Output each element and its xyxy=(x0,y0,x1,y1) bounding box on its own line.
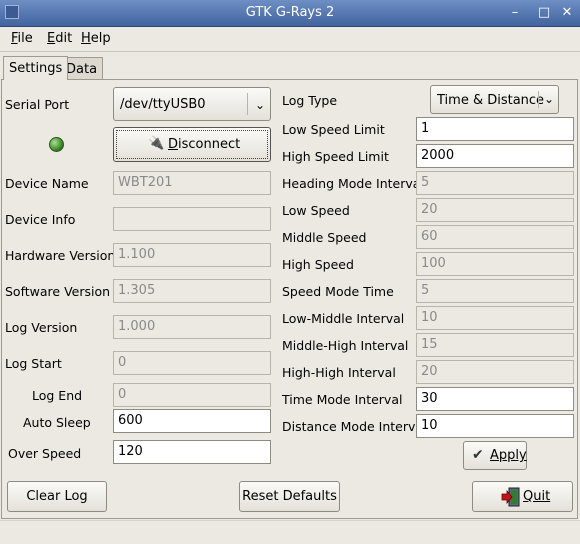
hardware-version-field: 1.100 xyxy=(113,243,271,267)
log-type-value: Time & Distance xyxy=(437,93,545,108)
log-type-label: Log Type xyxy=(282,93,338,108)
menu-file[interactable]: File xyxy=(11,31,33,46)
software-version-field: 1.305 xyxy=(113,279,271,303)
low-speed-field: 20 xyxy=(416,198,574,222)
low-speed-label: Low Speed xyxy=(282,203,350,218)
apply-button[interactable]: ✔ Apply xyxy=(463,441,527,470)
checkmark-icon: ✔ xyxy=(472,447,484,463)
device-name-label: Device Name xyxy=(5,176,89,191)
high-high-interval-label: High-High Interval xyxy=(282,365,396,380)
log-end-field: 0 xyxy=(113,383,271,407)
device-info-field xyxy=(113,207,271,231)
time-mode-interval-input[interactable]: 30 xyxy=(416,387,574,411)
high-speed-field: 100 xyxy=(416,252,574,276)
disconnect-label: Disconnect xyxy=(168,137,241,152)
distance-mode-interval-input[interactable]: 10 xyxy=(416,414,574,438)
device-info-label: Device Info xyxy=(5,212,76,227)
reset-defaults-button[interactable]: Reset Defaults xyxy=(239,481,340,512)
speed-mode-time-field: 5 xyxy=(416,279,574,303)
low-middle-interval-field: 10 xyxy=(416,306,574,330)
high-high-interval-field: 20 xyxy=(416,360,574,384)
status-led-icon xyxy=(49,137,64,152)
serial-port-label: Serial Port xyxy=(5,97,70,112)
high-speed-limit-input[interactable]: 2000 xyxy=(416,144,574,168)
apply-label: Apply xyxy=(490,448,527,463)
heading-mode-interval-field: 5 xyxy=(416,171,574,195)
log-type-combo[interactable]: Time & Distance ⌄ xyxy=(430,85,559,114)
menu-bar: File Edit Help xyxy=(0,27,580,52)
auto-sleep-label: Auto Sleep xyxy=(23,415,91,430)
software-version-label: Software Version xyxy=(5,284,111,299)
time-mode-interval-label: Time Mode Interval xyxy=(282,392,403,407)
low-speed-limit-label: Low Speed Limit xyxy=(282,122,385,137)
log-end-label: Log End xyxy=(32,388,83,403)
low-speed-limit-input[interactable]: 1 xyxy=(416,117,574,141)
close-button[interactable]: ✕ xyxy=(558,4,576,22)
log-version-label: Log Version xyxy=(5,320,78,335)
over-speed-label: Over Speed xyxy=(8,446,82,461)
serial-port-combo[interactable]: /dev/ttyUSB0 ⌄ xyxy=(113,87,271,121)
title-bar: GTK G-Rays 2 – □ ✕ xyxy=(0,0,580,27)
disconnect-button[interactable]: 🔌 Disconnect xyxy=(113,127,271,162)
high-speed-limit-label: High Speed Limit xyxy=(282,149,389,164)
clear-log-button[interactable]: Clear Log xyxy=(7,481,107,512)
chevron-down-icon: ⌄ xyxy=(544,92,555,106)
middle-high-interval-label: Middle-High Interval xyxy=(282,338,409,353)
over-speed-input[interactable]: 120 xyxy=(113,440,271,464)
quit-label: Quit xyxy=(523,489,551,504)
heading-mode-interval-label: Heading Mode Interval xyxy=(282,176,424,191)
tab-settings[interactable]: Settings xyxy=(3,56,69,80)
auto-sleep-input[interactable]: 600 xyxy=(113,409,271,433)
middle-high-interval-field: 15 xyxy=(416,333,574,357)
chevron-down-icon: ⌄ xyxy=(255,98,266,112)
quit-button[interactable]: Quit xyxy=(472,481,573,512)
log-version-field: 1.000 xyxy=(113,315,271,339)
plug-icon: 🔌 xyxy=(148,136,165,151)
device-name-field: WBT201 xyxy=(113,171,271,195)
log-start-field: 0 xyxy=(113,351,271,375)
bottom-edge xyxy=(0,520,580,544)
minimize-button[interactable]: – xyxy=(506,4,524,22)
low-middle-interval-label: Low-Middle Interval xyxy=(282,311,405,326)
menu-help[interactable]: Help xyxy=(81,31,111,46)
middle-speed-field: 60 xyxy=(416,225,574,249)
serial-port-value: /dev/ttyUSB0 xyxy=(120,97,206,112)
high-speed-label: High Speed xyxy=(282,257,354,272)
hardware-version-label: Hardware Version xyxy=(5,248,116,263)
log-start-label: Log Start xyxy=(5,356,62,371)
window-title: GTK G-Rays 2 xyxy=(245,5,335,20)
distance-mode-interval-label: Distance Mode Interval xyxy=(282,419,427,434)
exit-icon xyxy=(501,487,520,507)
maximize-button[interactable]: □ xyxy=(535,4,553,22)
speed-mode-time-label: Speed Mode Time xyxy=(282,284,394,299)
menu-edit[interactable]: Edit xyxy=(47,31,72,46)
middle-speed-label: Middle Speed xyxy=(282,230,367,245)
